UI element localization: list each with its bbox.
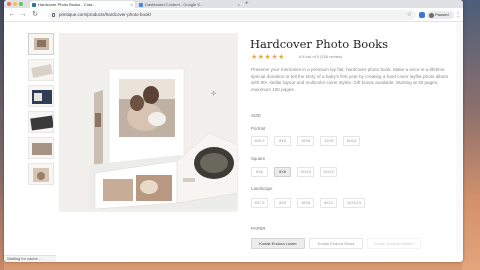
product-description: Preserve your memories in a premium lay … [251, 67, 449, 92]
browser-toolbar: ← → ↻ printique.com/products/hardcover-p… [4, 8, 463, 22]
size-option-landscape[interactable]: 10X12.5 [343, 198, 365, 208]
size-option-portrait[interactable]: 10X8 [297, 136, 314, 146]
thumbnail-image [30, 115, 53, 131]
size-option-landscape[interactable]: 8X12 [320, 198, 337, 208]
square-label: Square [251, 156, 266, 161]
gallery-thumbnail[interactable] [28, 111, 54, 133]
gallery-thumbnail[interactable] [28, 85, 54, 107]
profile-avatar-icon [428, 12, 434, 18]
gallery-thumbnail[interactable] [28, 59, 54, 81]
browser-window: Hardcover Photo Books - Cust... × Dashbo… [4, 0, 463, 262]
profile-button[interactable]: Paused [427, 11, 454, 19]
paper-section-label: PAPER [251, 226, 266, 231]
size-option-square-selected[interactable]: 8X8 [274, 167, 291, 177]
paper-option-metallic[interactable]: Kodak Endura Metallic [367, 238, 421, 249]
paper-option-luster-selected[interactable]: Kodak Endura Luster [251, 238, 305, 249]
tab-strip: Hardcover Photo Books - Cust... × Dashbo… [4, 0, 463, 8]
close-window-button[interactable] [7, 2, 11, 6]
address-bar-url: printique.com/products/hardcover-photo-b… [59, 12, 152, 17]
tab-close-icon[interactable]: × [131, 1, 133, 8]
landscape-label: Landscape [251, 186, 273, 191]
thumbnail-image [32, 143, 52, 155]
zoom-window-button[interactable] [19, 2, 23, 6]
gallery-thumbnail[interactable] [28, 137, 54, 159]
profile-status-label: Paused [435, 12, 449, 17]
back-arrow-icon[interactable]: ← [8, 11, 16, 19]
reload-icon[interactable]: ↻ [31, 11, 39, 19]
forward-arrow-icon[interactable]: → [19, 11, 27, 19]
page-scrollbar[interactable] [456, 23, 463, 255]
size-option-portrait[interactable]: 15X11 [343, 136, 360, 146]
browser-menu-icon[interactable]: ⋮ [455, 11, 461, 19]
paper-option-gloss[interactable]: Kodak Endura Gloss [309, 238, 363, 249]
size-option-square[interactable]: 6X6 [251, 167, 268, 177]
size-option-portrait[interactable]: 8X6 [274, 136, 291, 146]
size-option-portrait[interactable]: 12X9 [320, 136, 337, 146]
tab-dashboard-content[interactable]: Dashboard Content - Google S... × [137, 1, 242, 8]
size-section-label: SIZE [251, 113, 261, 118]
size-option-landscape[interactable]: 10X8 [297, 198, 314, 208]
main-product-image[interactable] [59, 33, 238, 212]
thumbnail-image-detail [37, 40, 46, 47]
mouse-cursor-icon: ⊹ [211, 91, 217, 97]
size-option-portrait[interactable]: 6X4.5 [251, 136, 268, 146]
tab-title: Hardcover Photo Books - Cust... [38, 2, 96, 7]
address-bar[interactable]: printique.com/products/hardcover-photo-b… [48, 10, 416, 20]
desktop-wallpaper-right [462, 0, 480, 270]
bookmark-star-icon[interactable]: ☆ [407, 10, 412, 20]
portrait-label: Portrait [251, 126, 266, 131]
browser-status-bar: Waiting for cache... [4, 255, 56, 262]
size-option-square[interactable]: 12X12 [320, 167, 337, 177]
tab-hardcover-photo-books[interactable]: Hardcover Photo Books - Cust... × [30, 1, 135, 8]
product-title: Hardcover Photo Books [250, 37, 388, 51]
tab-close-icon[interactable]: × [238, 1, 240, 8]
size-option-landscape[interactable]: 6X7.5 [251, 198, 268, 208]
product-page: ⊹ Hardcover Photo Books ★★★★★ 4.8 out of… [4, 23, 463, 255]
thumbnail-image [31, 64, 53, 78]
thumbnail-image-detail [34, 93, 42, 101]
size-option-landscape[interactable]: 8X9 [274, 198, 291, 208]
gallery-thumbnail[interactable] [28, 33, 54, 55]
new-tab-plus-icon[interactable]: + [245, 0, 249, 8]
lock-icon [52, 13, 55, 17]
rating-summary[interactable]: 4.8 out of 5 (154 review) [299, 54, 342, 59]
google-favicon-icon [139, 3, 143, 7]
gallery-thumbnail[interactable] [28, 163, 54, 185]
extension-icon[interactable] [419, 12, 425, 18]
tab-title: Dashboard Content - Google S... [145, 2, 204, 7]
rating-stars-icon[interactable]: ★★★★★ [251, 53, 285, 61]
size-option-square[interactable]: 10X10 [297, 167, 314, 177]
thumbnail-image-detail [37, 172, 45, 180]
photo-book-illustration [59, 33, 238, 212]
minimize-window-button[interactable] [13, 2, 17, 6]
printique-favicon-icon [32, 3, 36, 7]
